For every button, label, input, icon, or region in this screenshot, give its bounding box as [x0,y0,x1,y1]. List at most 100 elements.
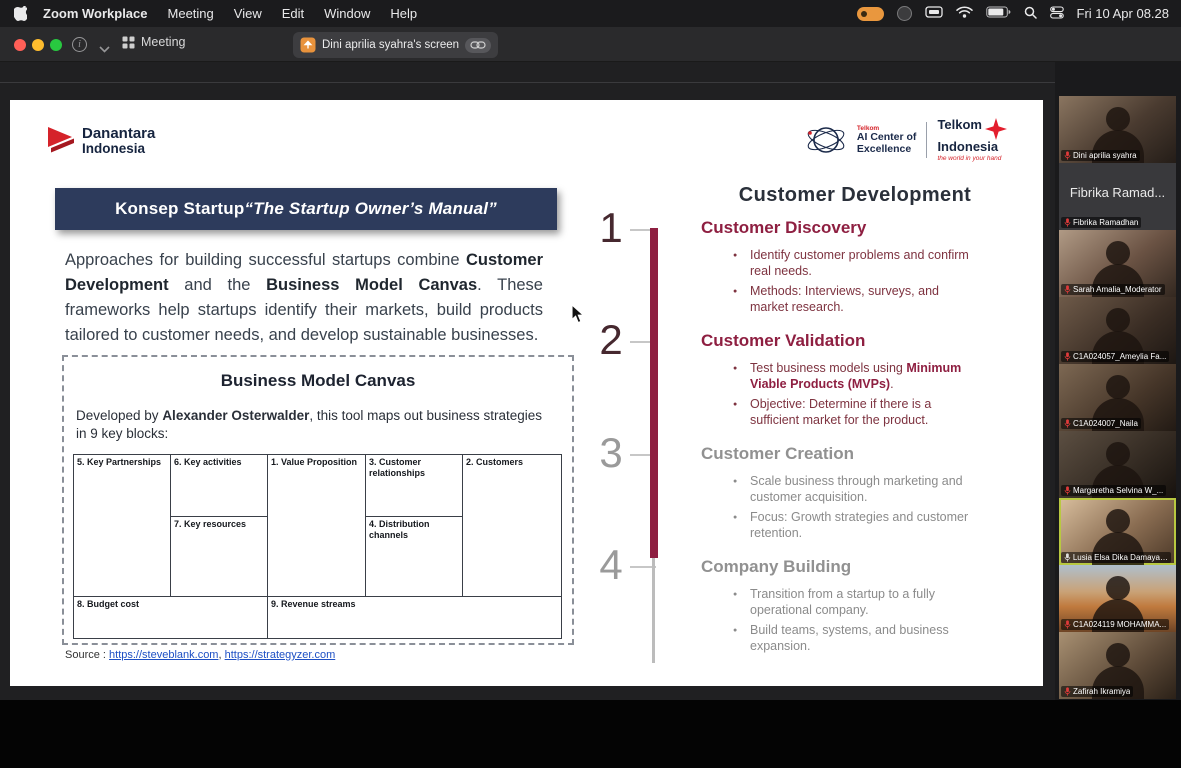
status-circle-icon[interactable] [897,6,912,21]
participant-tile-fibrika[interactable]: Fibrika Ramad... Fibrika Ramadhan [1059,163,1176,230]
bmc-cell-value-proposition: 1. Value Proposition [268,455,366,596]
bullet-item: Identify customer problems and confirm r… [729,247,971,279]
participant-tile-mohamma[interactable]: C1A024119 MOHAMMA... [1059,565,1176,632]
intro-seg: Approaches for building successful start… [65,251,466,269]
shared-screen-area: Danantara Indonesia Telkom AI Center of [0,62,1055,700]
participant-name: C1A024119 MOHAMMA... [1073,620,1166,629]
source-link-strategyzer[interactable]: https://strategyzer.com [225,649,336,661]
shared-screen-tab[interactable]: Dini aprilia syahra's screen [293,32,498,58]
bmc-cell-distribution-channels: 4. Distribution channels [366,517,463,596]
intro-seg: and the [169,276,266,294]
bmc-title: Business Model Canvas [64,371,572,391]
participant-tile-ameylia[interactable]: C1A024057_Ameylia Fa... [1059,297,1176,364]
bmc-desc-seg: Developed by [76,408,162,423]
danantara-logo: Danantara Indonesia [48,126,155,156]
aice-line2: Excellence [857,144,917,156]
muted-mic-icon [1064,620,1071,629]
meeting-tab[interactable]: Meeting [122,35,185,49]
close-window-button[interactable] [14,39,26,51]
bullet-item: Methods: Interviews, surveys, and market… [729,283,971,315]
meeting-info-icon[interactable]: i [72,37,87,52]
bmc-cell-customers: 2. Customers [463,455,561,596]
step-title-customer-discovery: Customer Discovery [701,218,866,238]
company-building-bullets: Transition from a startup to a fully ope… [729,586,971,658]
search-icon[interactable] [1024,6,1037,22]
link-icon[interactable] [465,38,491,53]
screen-share-icon [300,37,316,53]
telkom-line2: Indonesia [937,140,1007,154]
slide-title-prefix: Konsep Startup [115,199,244,219]
zoom-titlebar: i Meeting Dini aprilia syahra's screen [0,27,1181,62]
zoom-content: Danantara Indonesia Telkom AI Center of [0,62,1181,700]
wifi-icon[interactable] [956,6,973,21]
screen-share-indicator[interactable] [857,7,884,21]
mouse-cursor [571,304,585,324]
step-title-company-building: Company Building [701,557,851,577]
step-title-customer-validation: Customer Validation [701,331,865,351]
bmc-cell-revenue-streams: 9. Revenue streams [268,596,561,639]
mic-icon [1064,553,1071,562]
participant-name: Sarah Amalia_Moderator [1073,285,1162,294]
bullet-item: Build teams, systems, and business expan… [729,622,971,654]
participant-name: Zafirah Ikramiya [1073,687,1130,696]
bullet-item: Transition from a startup to a fully ope… [729,586,971,618]
menu-view[interactable]: View [234,6,262,21]
participant-tile-margaretha[interactable]: Margaretha Selvina W_... [1059,431,1176,498]
participant-tile-naila[interactable]: C1A024007_Naila [1059,364,1176,431]
menu-window[interactable]: Window [324,6,370,21]
fullscreen-window-button[interactable] [50,39,62,51]
bmc-cell-key-partnerships: 5. Key Partnerships [74,455,171,596]
participant-name: Margaretha Selvina W_... [1073,486,1163,495]
presentation-slide: Danantara Indonesia Telkom AI Center of [10,100,1043,686]
brand-line1: Danantara [82,126,155,142]
intro-bold-bmc: Business Model Canvas [266,276,477,294]
grid-icon [122,36,135,49]
source-label: Source : [65,649,106,661]
timeline-bar-inactive [652,558,655,663]
display-icon[interactable] [925,6,943,21]
battery-icon[interactable] [986,6,1011,21]
step-number-1: 1 [588,204,634,252]
apple-menu-icon[interactable] [14,6,27,21]
customer-validation-bullets: Test business models using Minimum Viabl… [729,360,971,432]
control-center-icon[interactable] [1050,6,1064,22]
danantara-flag-icon [48,126,74,156]
app-name[interactable]: Zoom Workplace [43,6,148,21]
muted-mic-icon [1064,151,1071,160]
minimize-window-button[interactable] [32,39,44,51]
muted-mic-icon [1064,285,1071,294]
telkom-star-icon [985,118,1007,140]
share-area-divider [0,82,1055,83]
participant-name: Dini aprilia syahra [1073,151,1137,160]
muted-mic-icon [1064,419,1071,428]
menu-meeting[interactable]: Meeting [168,6,214,21]
participant-tile-zafirah[interactable]: Zafirah Ikramiya [1059,632,1176,699]
participants-sidebar: Dini aprilia syahra Fibrika Ramad... Fib… [1055,62,1181,700]
bmc-grid: 5. Key Partnerships 6. Key activities 7.… [73,454,562,639]
slide-title-banner: Konsep Startup “The Startup Owner’s Manu… [55,188,557,230]
menu-edit[interactable]: Edit [282,6,304,21]
participant-name: Fibrika Ramadhan [1073,218,1138,227]
bullet-item: Test business models using Minimum Viabl… [729,360,971,392]
muted-mic-icon [1064,687,1071,696]
bullet-item: Focus: Growth strategies and customer re… [729,509,971,541]
telkom-logo: Telkom Indonesia the world in your hand [937,118,1007,162]
menubar-clock[interactable]: Fri 10 Apr 08.28 [1077,6,1170,21]
participant-tile-sarah[interactable]: Sarah Amalia_Moderator [1059,230,1176,297]
bmc-dashed-box: Business Model Canvas Developed by Alexa… [62,355,574,645]
participant-tile-lusia-active-speaker[interactable]: Lusia Elsa Dika Damayanty [1059,498,1176,565]
participant-name: C1A024057_Ameylia Fa... [1073,352,1166,361]
bmc-cell-budget-cost: 8. Budget cost [74,596,268,639]
muted-mic-icon [1064,352,1071,361]
menu-help[interactable]: Help [390,6,417,21]
participant-tile-dini[interactable]: Dini aprilia syahra [1059,96,1176,163]
source-link-steveblank[interactable]: https://steveblank.com [109,649,218,661]
step-number-3: 3 [588,429,634,477]
slide-title-quoted: “The Startup Owner’s Manual” [244,199,496,219]
customer-creation-bullets: Scale business through marketing and cus… [729,473,971,545]
timeline-bar-active [650,228,658,558]
bottom-black-bar [0,700,1181,768]
muted-mic-icon [1064,486,1071,495]
screen: Zoom Workplace Meeting View Edit Window … [0,0,1181,768]
chevron-down-icon[interactable] [99,40,110,58]
